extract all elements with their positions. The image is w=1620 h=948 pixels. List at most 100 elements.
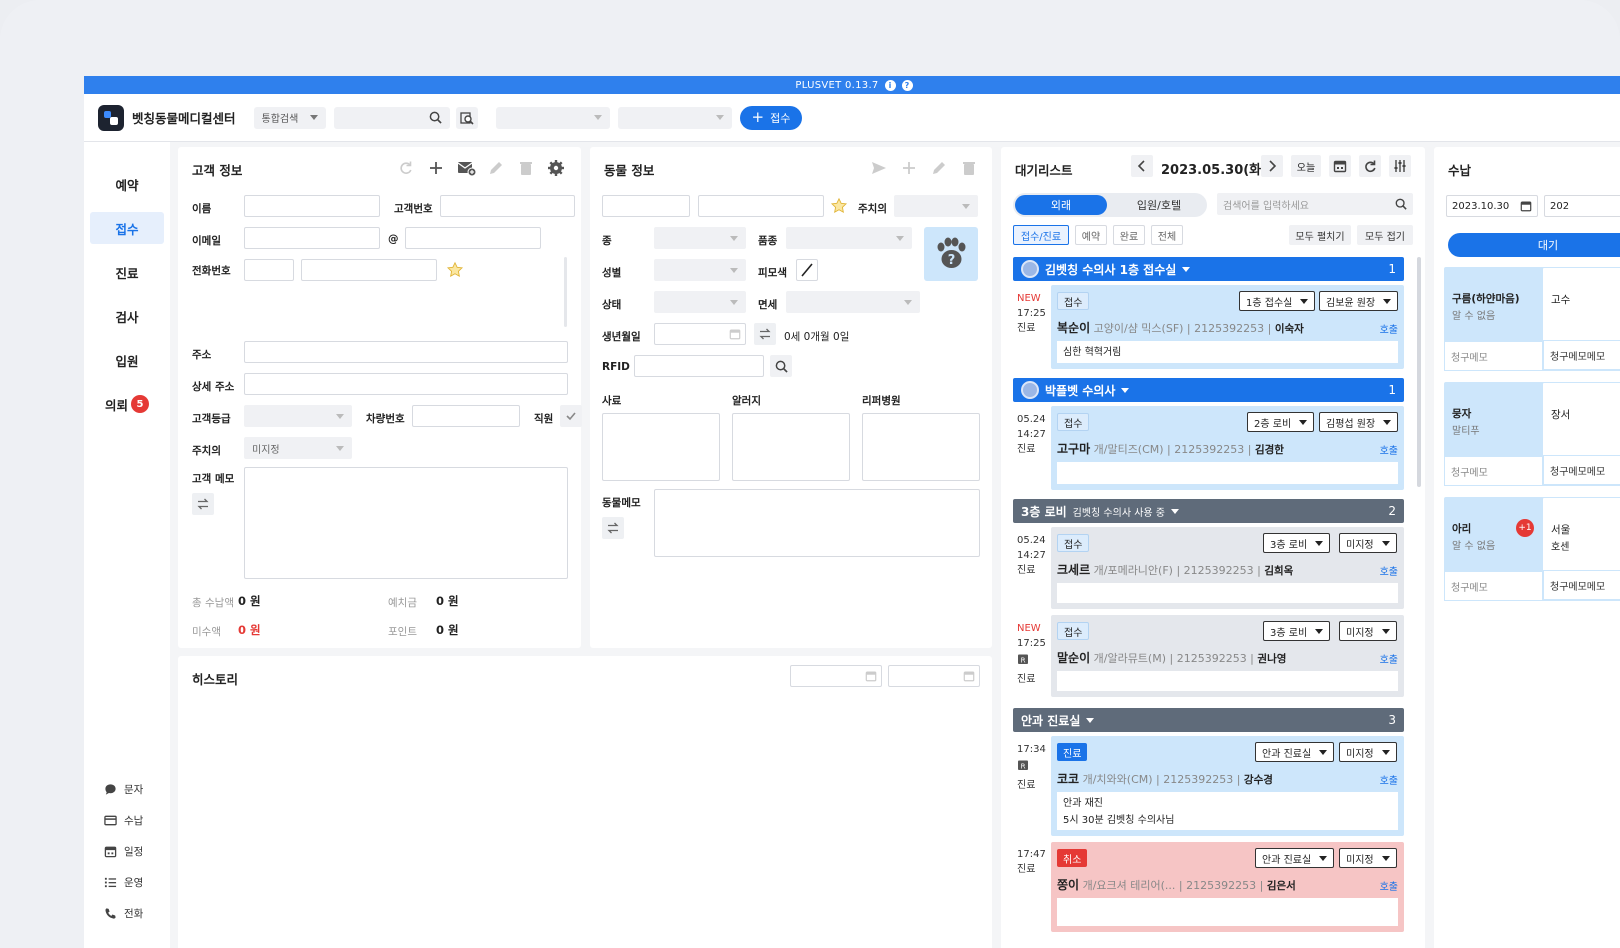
send-icon[interactable]	[868, 157, 890, 179]
swap-icon[interactable]	[192, 493, 214, 515]
sidebar-sub-payment[interactable]: 수납	[104, 813, 143, 828]
help-icon[interactable]: ?	[901, 79, 913, 91]
staff-checkbox[interactable]	[560, 405, 582, 427]
room-select[interactable]: 안과 진료실	[1255, 742, 1335, 762]
search-icon[interactable]	[1395, 198, 1407, 210]
allergy-textarea[interactable]	[732, 413, 850, 481]
car-number-input[interactable]	[412, 405, 520, 427]
waitlist-search-input[interactable]: 검색어를 입력하세요	[1217, 193, 1413, 215]
waitlist-group-3f-lobby[interactable]: 3층 로비 김벳칭 수의사 사용 중 2	[1013, 499, 1404, 523]
waitlist-card[interactable]: 진료 안과 진료실 미지정 코코 개/치와와(CM) | 2125392253 …	[1051, 736, 1404, 836]
vet-select[interactable]: 미지정	[1339, 848, 1397, 868]
room-select[interactable]: 3층 로비	[1263, 533, 1331, 553]
sidebar-sub-operation[interactable]: 운영	[104, 875, 143, 890]
refresh-icon[interactable]	[395, 157, 417, 179]
room-select[interactable]: 3층 로비	[1263, 621, 1331, 641]
animal-number-input[interactable]	[698, 195, 824, 217]
chevron-left-icon[interactable]	[1131, 155, 1153, 177]
delete-icon[interactable]	[958, 157, 980, 179]
rfid-input[interactable]	[634, 355, 764, 377]
info-icon[interactable]: i	[884, 79, 896, 91]
filter-select-1[interactable]	[495, 106, 610, 129]
payment-card[interactable]: 구름(하얀마음) 알 수 없음 청구메모	[1444, 267, 1548, 371]
sidebar-item-exam[interactable]: 검사	[90, 300, 164, 332]
sidebar-item-treatment[interactable]: 진료	[90, 256, 164, 288]
swap-icon[interactable]	[602, 517, 624, 539]
today-button[interactable]: 오늘	[1291, 155, 1321, 177]
waitlist-date[interactable]: 2023.05.30(화)	[1161, 159, 1267, 178]
feed-textarea[interactable]	[602, 413, 720, 481]
call-button[interactable]: 호출	[1380, 651, 1398, 666]
edit-icon[interactable]	[485, 157, 507, 179]
payment-card-detail[interactable]: 장서 청구메모메모	[1542, 382, 1620, 486]
delete-icon[interactable]	[515, 157, 537, 179]
tab-payment-waiting[interactable]: 대기	[1448, 233, 1620, 257]
birth-date-input[interactable]	[654, 323, 746, 345]
refresh-icon[interactable]	[1359, 155, 1381, 177]
add-icon[interactable]	[425, 157, 447, 179]
calendar-icon[interactable]	[1520, 200, 1532, 212]
room-select[interactable]: 1층 접수실	[1239, 291, 1316, 311]
sex-select[interactable]	[654, 259, 746, 281]
referral-hospital-textarea[interactable]	[862, 413, 980, 481]
vet-select[interactable]: 김보윤 원장	[1319, 291, 1399, 311]
filter-settings-icon[interactable]	[1389, 155, 1411, 177]
settings-icon[interactable]	[545, 157, 567, 179]
customer-id-input[interactable]	[440, 195, 575, 217]
payment-end-date-input[interactable]: 202	[1544, 195, 1620, 217]
waitlist-group-vet-kim[interactable]: 김벳칭 수의사 1층 접수실 1	[1013, 257, 1404, 281]
sidebar-item-hospitalization[interactable]: 입원	[90, 344, 164, 376]
rfid-search-icon[interactable]	[770, 355, 792, 377]
email-domain-input[interactable]	[405, 227, 541, 249]
waitlist-card[interactable]: 취소 안과 진료실 미지정 쫑이 개/요크셔 테리어(... | 2125392…	[1051, 842, 1404, 932]
waitlist-card[interactable]: 접수 1층 접수실 김보윤 원장 복순이 고양이/샴 믹스(SF) | 2125…	[1051, 285, 1404, 369]
calendar-icon[interactable]	[1329, 155, 1351, 177]
filter-reservation[interactable]: 예약	[1075, 225, 1107, 245]
animal-memo-textarea[interactable]	[654, 489, 980, 557]
phone-prefix-input[interactable]	[244, 259, 294, 281]
sidebar-sub-message[interactable]: 문자	[104, 782, 143, 797]
payment-card-detail[interactable]: 서울 호센 청구메모메모	[1542, 497, 1620, 601]
animal-name-input[interactable]	[602, 195, 690, 217]
tab-inpatient-hotel[interactable]: 입원/호텔	[1113, 195, 1205, 215]
breed-select[interactable]	[786, 227, 912, 249]
age-convert-icon[interactable]	[754, 323, 776, 345]
payment-date-input[interactable]: 2023.10.30	[1446, 195, 1538, 217]
animal-photo[interactable]: ?	[924, 227, 978, 281]
call-button[interactable]: 호출	[1380, 442, 1398, 457]
history-end-date-input[interactable]	[888, 665, 980, 687]
tax-exempt-select[interactable]	[786, 291, 920, 313]
add-icon[interactable]	[898, 157, 920, 179]
waitlist-card[interactable]: 접수 3층 로비 미지정 크세르 개/포메라니안(F) | 2125392253…	[1051, 527, 1404, 609]
waitlist-group-vet-park[interactable]: 박플벳 수의사 1	[1013, 378, 1404, 402]
room-select[interactable]: 안과 진료실	[1255, 848, 1335, 868]
waitlist-group-eye-room[interactable]: 안과 진료실 3	[1013, 708, 1404, 732]
customer-memo-textarea[interactable]	[244, 467, 568, 579]
detail-search-icon[interactable]	[455, 106, 478, 129]
status-select[interactable]	[654, 291, 746, 313]
sidebar-item-reservation[interactable]: 예약	[90, 168, 164, 200]
call-button[interactable]: 호출	[1380, 772, 1398, 787]
animal-vet-select[interactable]	[894, 195, 978, 217]
calendar-icon[interactable]	[865, 670, 877, 682]
sidebar-sub-phone[interactable]: 전화	[104, 906, 143, 921]
call-button[interactable]: 호출	[1380, 878, 1398, 893]
mail-add-icon[interactable]	[455, 157, 477, 179]
edit-icon[interactable]	[928, 157, 950, 179]
tab-outpatient[interactable]: 외래	[1015, 195, 1107, 215]
call-button[interactable]: 호출	[1380, 563, 1398, 578]
filter-select-2[interactable]	[617, 106, 732, 129]
name-input[interactable]	[244, 195, 380, 217]
favorite-star-icon[interactable]	[830, 197, 848, 215]
search-icon[interactable]	[429, 111, 442, 124]
waitlist-card[interactable]: 접수 2층 로비 김평섭 원장 고구마 개/말티즈(CM) | 21253922…	[1051, 406, 1404, 490]
expand-all-button[interactable]: 모두 펼치기	[1289, 225, 1351, 245]
reception-button[interactable]: + 접수	[739, 105, 803, 130]
filter-all[interactable]: 전체	[1151, 225, 1183, 245]
address-input[interactable]	[244, 341, 568, 363]
species-select[interactable]	[654, 227, 746, 249]
room-select[interactable]: 2층 로비	[1247, 412, 1315, 432]
vet-select[interactable]: 미지정	[1339, 533, 1397, 553]
sidebar-item-reception[interactable]: 접수	[90, 212, 164, 244]
payment-card[interactable]: 뭉자 말티푸 청구메모	[1444, 382, 1548, 486]
